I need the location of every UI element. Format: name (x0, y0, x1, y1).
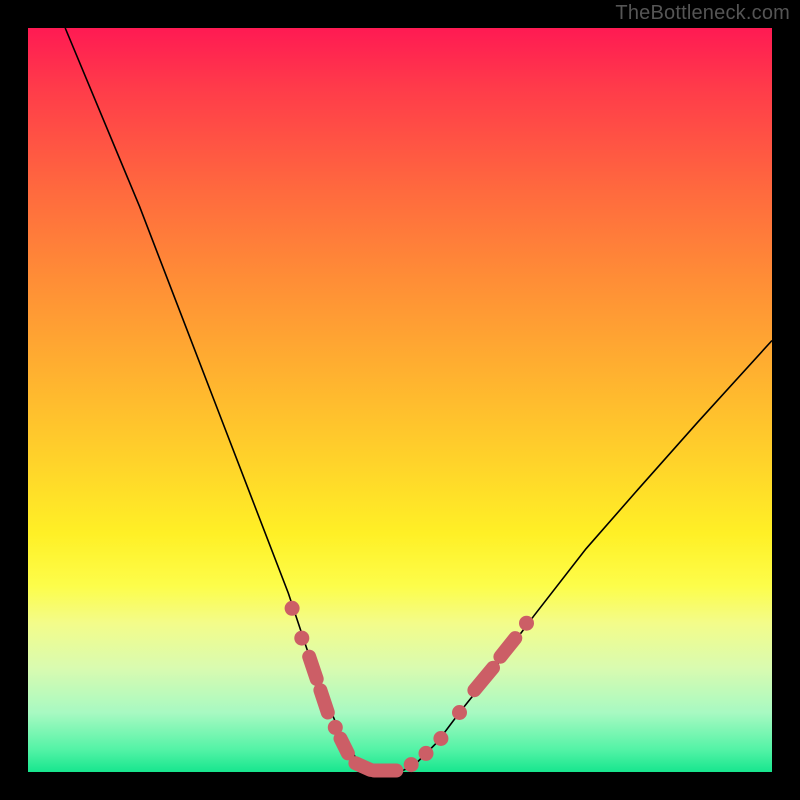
chart-svg (28, 28, 772, 772)
curve-bead-long (341, 739, 348, 754)
curve-bead-long (500, 638, 515, 657)
curve-bead (404, 757, 419, 772)
curve-bead (419, 746, 434, 761)
curve-markers (285, 601, 534, 772)
curve-bead (452, 705, 467, 720)
plot-frame (28, 28, 772, 772)
curve-bead-long (320, 690, 327, 712)
curve-bead (285, 601, 300, 616)
curve-bead (433, 731, 448, 746)
bottleneck-curve (65, 28, 772, 772)
curve-bead-long (309, 657, 317, 679)
curve-bead (294, 631, 309, 646)
curve-bead (519, 616, 534, 631)
curve-bead-long (474, 668, 493, 690)
watermark-text: TheBottleneck.com (615, 2, 790, 25)
